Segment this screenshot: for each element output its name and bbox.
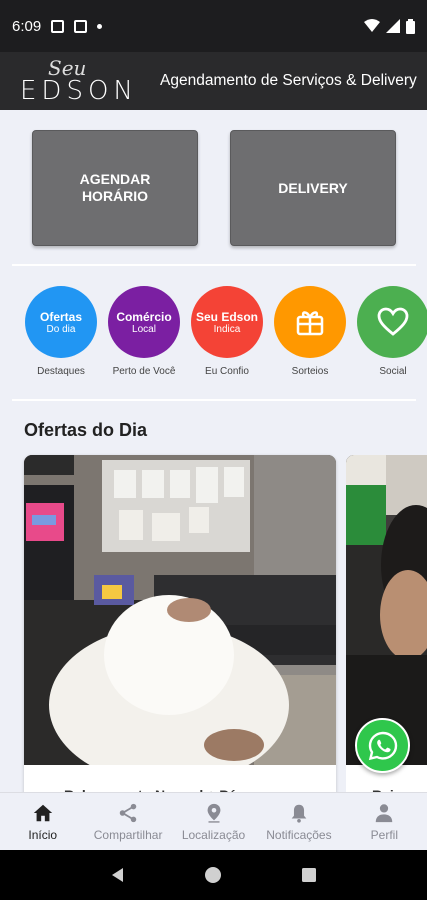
home-circle-icon[interactable] [204,866,222,884]
app-header: Seu EDSON Agendamento de Serviços & Deli… [0,52,427,110]
category-circle: Ofertas Do dia [25,286,97,358]
category-circle: Comércio Local [108,286,180,358]
nav-inicio[interactable]: Início [0,793,85,850]
nav-compartilhar[interactable]: Compartilhar [85,793,170,850]
delivery-button[interactable]: DELIVERY [230,130,396,246]
recents-icon[interactable] [300,866,318,884]
status-bar: 6:09 [0,0,427,52]
app-notification-icon [74,19,88,33]
gallery-notification-icon [51,19,65,33]
back-icon[interactable] [109,866,127,884]
home-icon [33,804,52,821]
signal-icon [386,19,400,33]
category-circle: Seu Edson Indica [191,286,263,358]
whatsapp-icon [368,731,397,760]
wifi-icon [364,19,380,32]
status-time: 6:09 [12,17,42,35]
divider [12,264,416,266]
share-icon [119,803,137,822]
seu-edson-logo: Seu EDSON [20,56,138,106]
bottom-nav: Início Compartilhar Localização Notifica… [0,792,427,850]
location-icon [207,803,220,823]
bell-icon [291,804,307,823]
category-ofertas[interactable]: Ofertas Do dia Destaques [23,286,99,377]
system-nav-bar [0,850,427,900]
heart-icon [377,307,409,336]
nav-perfil[interactable]: Perfil [342,793,427,850]
category-seu-edson[interactable]: Seu Edson Indica Eu Confio [189,286,265,377]
nav-localizacao[interactable]: Localização [171,793,256,850]
offer-photo [24,455,336,765]
category-social[interactable]: Social [355,286,427,377]
offers-section-title: Ofertas do Dia [24,420,148,440]
whatsapp-button[interactable] [355,718,410,773]
person-icon [376,803,393,822]
category-comercio[interactable]: Comércio Local Perto de Você [106,286,182,377]
header-subtitle: Agendamento de Serviços & Delivery [160,72,417,89]
agendar-horario-button[interactable]: AGENDAR HORÁRIO [32,130,198,246]
battery-icon [406,18,415,34]
category-list: Ofertas Do dia Destaques Comércio Local … [0,286,427,386]
main-buttons: AGENDAR HORÁRIO DELIVERY [32,130,396,246]
category-sorteios[interactable]: Sorteios [272,286,348,377]
gift-icon [296,311,324,336]
nav-notificacoes[interactable]: Notificações [256,793,341,850]
divider [12,399,416,401]
offer-card[interactable]: Relaxamento Normal + Pé [24,455,336,800]
category-circle [274,286,346,358]
category-circle [357,286,427,358]
more-notifications-icon [97,23,103,29]
